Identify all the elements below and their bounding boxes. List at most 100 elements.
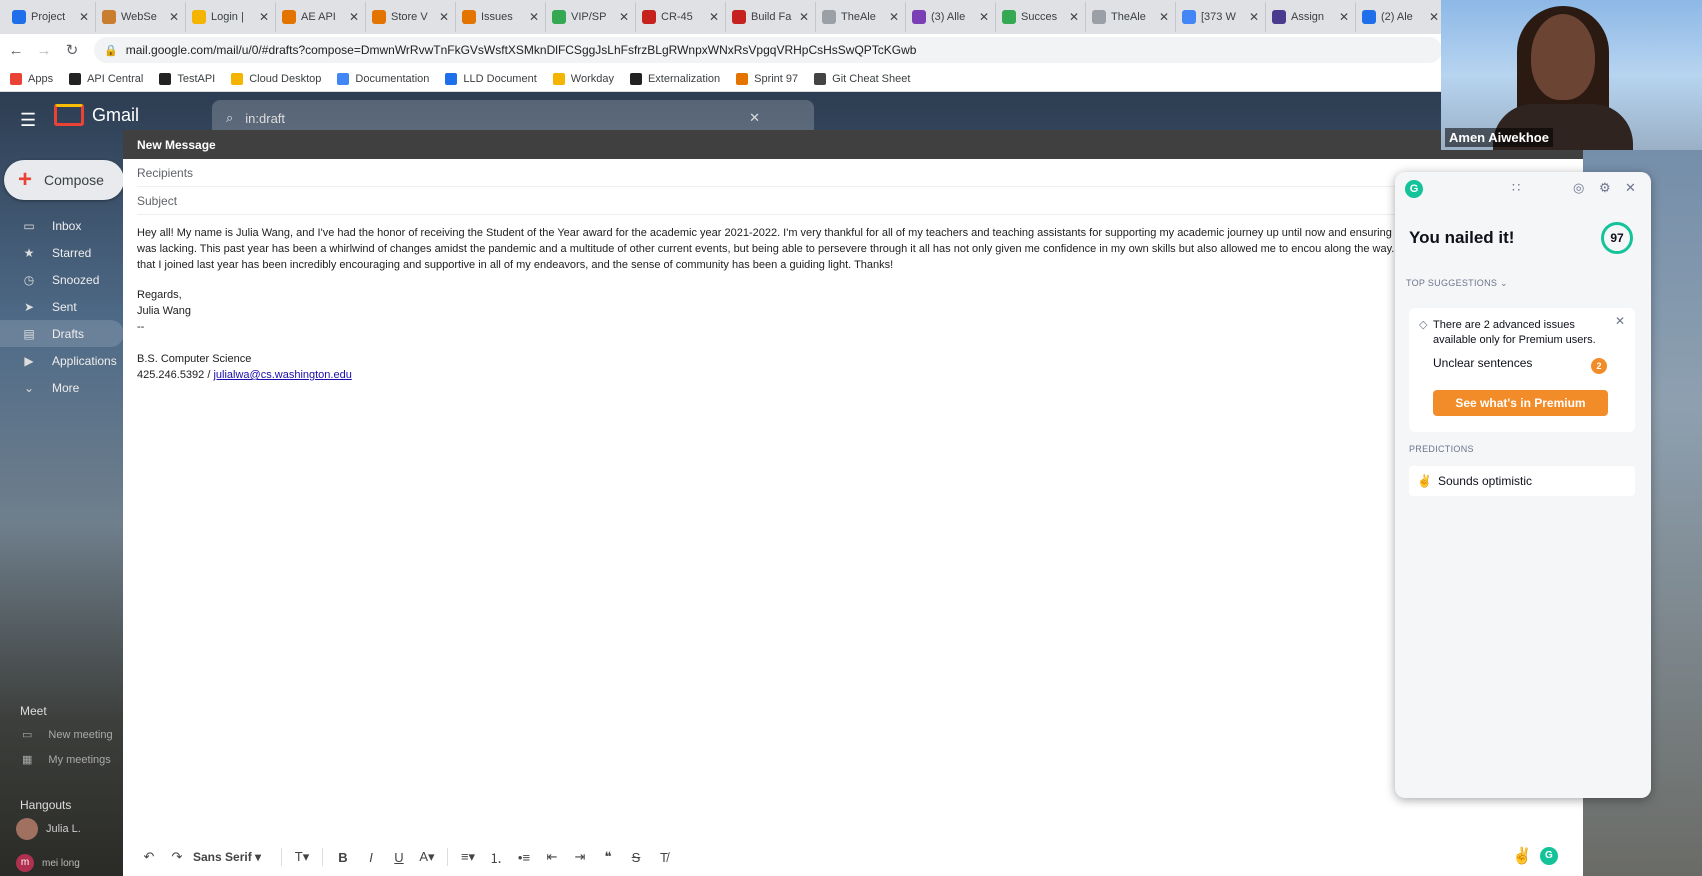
hangouts-user[interactable]: Julia L. xyxy=(16,818,81,840)
bookmark-item[interactable]: Apps xyxy=(10,72,53,85)
subject-field[interactable]: Subject xyxy=(137,187,1569,215)
hangouts-heading: Hangouts xyxy=(20,798,72,812)
bookmark-item[interactable]: Externalization xyxy=(629,72,720,85)
tab-close-icon[interactable]: ✕ xyxy=(349,10,359,24)
indent-more-icon[interactable]: ⇥ xyxy=(568,849,592,865)
sidebar-item-applications[interactable]: ▶ Applications xyxy=(0,347,124,374)
undo-icon[interactable]: ↶ xyxy=(137,849,161,865)
sidebar-item-more[interactable]: ⌄ More xyxy=(0,374,124,401)
menu-icon[interactable]: ☰ xyxy=(20,110,36,131)
browser-tab[interactable]: [373 W ✕ xyxy=(1176,2,1266,32)
address-url[interactable]: mail.google.com/mail/u/0/#drafts?compose… xyxy=(126,43,917,57)
prediction-item[interactable]: ✌ Sounds optimistic xyxy=(1409,466,1635,496)
sidebar-item-inbox[interactable]: ▭ Inbox xyxy=(0,212,124,239)
tab-close-icon[interactable]: ✕ xyxy=(619,10,629,24)
browser-tab[interactable]: VIP/SP ✕ xyxy=(546,2,636,32)
grammarly-score[interactable]: 97 xyxy=(1601,222,1633,254)
tab-close-icon[interactable]: ✕ xyxy=(1429,10,1439,24)
tab-close-icon[interactable]: ✕ xyxy=(169,10,179,24)
tab-close-icon[interactable]: ✕ xyxy=(79,10,89,24)
tab-close-icon[interactable]: ✕ xyxy=(259,10,269,24)
bold-icon[interactable]: B xyxy=(331,850,355,865)
underline-icon[interactable]: U xyxy=(387,850,411,865)
bookmark-item[interactable]: LLD Document xyxy=(445,72,537,85)
browser-tab[interactable]: (3) Alle ✕ xyxy=(906,2,996,32)
browser-tab[interactable]: Login | ✕ xyxy=(186,2,276,32)
tab-close-icon[interactable]: ✕ xyxy=(979,10,989,24)
goals-icon[interactable]: ◎ xyxy=(1573,180,1584,196)
premium-button[interactable]: See what's in Premium xyxy=(1433,390,1608,416)
dismiss-card-icon[interactable]: ✕ xyxy=(1615,314,1625,328)
numbered-list-icon[interactable]: ⒈ xyxy=(484,848,508,867)
sidebar-item-sent[interactable]: ➤ Sent xyxy=(0,293,124,320)
browser-tab[interactable]: Assign ✕ xyxy=(1266,2,1356,32)
bookmark-item[interactable]: TestAPI xyxy=(159,72,215,85)
browser-tab[interactable]: Build Fa ✕ xyxy=(726,2,816,32)
sidebar-item-snoozed[interactable]: ◷ Snoozed xyxy=(0,266,124,293)
drag-handle-icon[interactable]: ∷ xyxy=(1512,180,1520,196)
reload-icon[interactable]: ↻ xyxy=(60,41,84,59)
address-bar[interactable]: 🔒 mail.google.com/mail/u/0/#drafts?compo… xyxy=(94,37,1442,63)
gmail-logo[interactable]: Gmail xyxy=(54,104,139,126)
forward-icon[interactable]: → xyxy=(32,42,56,59)
signature: Regards, Julia Wang -- B.S. Computer Sci… xyxy=(137,287,1517,383)
tab-title: (2) Ale xyxy=(1381,11,1413,23)
recipients-field[interactable]: Recipients xyxy=(137,159,1569,187)
tab-close-icon[interactable]: ✕ xyxy=(529,10,539,24)
browser-tab[interactable]: Store V ✕ xyxy=(366,2,456,32)
sidebar-item-starred[interactable]: ★ Starred xyxy=(0,239,124,266)
tab-close-icon[interactable]: ✕ xyxy=(889,10,899,24)
font-select[interactable]: Sans Serif ▾ xyxy=(193,850,273,864)
italic-icon[interactable]: I xyxy=(359,850,383,865)
browser-tab[interactable]: CR-45 ✕ xyxy=(636,2,726,32)
gear-icon[interactable]: ⚙ xyxy=(1599,180,1611,196)
tab-close-icon[interactable]: ✕ xyxy=(1249,10,1259,24)
tab-close-icon[interactable]: ✕ xyxy=(439,10,449,24)
message-body[interactable]: Hey all! My name is Julia Wang, and I've… xyxy=(137,225,1517,383)
search-input[interactable]: in:draft xyxy=(245,111,285,126)
browser-tab[interactable]: WebSe ✕ xyxy=(96,2,186,32)
tab-close-icon[interactable]: ✕ xyxy=(1159,10,1169,24)
bookmark-item[interactable]: Git Cheat Sheet xyxy=(814,72,910,85)
browser-tab[interactable]: TheAle ✕ xyxy=(816,2,906,32)
browser-tab[interactable]: Issues ✕ xyxy=(456,2,546,32)
contact-item[interactable]: m mei long xyxy=(16,854,80,872)
browser-tab[interactable]: TheAle ✕ xyxy=(1086,2,1176,32)
victory-hand-icon[interactable]: ✌ xyxy=(1512,846,1532,866)
my-meetings-link[interactable]: ▦ My meetings xyxy=(22,753,111,767)
search-icon[interactable]: ⌕ xyxy=(226,110,233,126)
align-icon[interactable]: ≡▾ xyxy=(456,849,480,865)
tab-favicon-icon xyxy=(552,10,566,24)
back-icon[interactable]: ← xyxy=(4,42,28,59)
bookmark-item[interactable]: Documentation xyxy=(337,72,429,85)
bookmark-item[interactable]: Cloud Desktop xyxy=(231,72,321,85)
browser-tab[interactable]: (2) Ale ✕ xyxy=(1356,2,1446,32)
text-color-icon[interactable]: A▾ xyxy=(415,849,439,865)
bulleted-list-icon[interactable]: •≡ xyxy=(512,850,536,865)
tab-close-icon[interactable]: ✕ xyxy=(1069,10,1079,24)
tab-title: AE API xyxy=(301,11,336,23)
tab-close-icon[interactable]: ✕ xyxy=(709,10,719,24)
bookmark-item[interactable]: Sprint 97 xyxy=(736,72,798,85)
text-size-icon[interactable]: T▾ xyxy=(290,849,314,865)
bookmark-item[interactable]: Workday xyxy=(552,72,614,85)
strikethrough-icon[interactable]: S xyxy=(624,850,648,865)
top-suggestions-toggle[interactable]: TOP SUGGESTIONS ⌄ xyxy=(1406,278,1508,289)
bookmark-item[interactable]: API Central xyxy=(69,72,143,85)
compose-button[interactable]: + Compose xyxy=(4,160,124,200)
sidebar-item-drafts[interactable]: ▤ Drafts xyxy=(0,320,124,347)
tab-close-icon[interactable]: ✕ xyxy=(1339,10,1349,24)
browser-tab[interactable]: Succes ✕ xyxy=(996,2,1086,32)
new-meeting-link[interactable]: ▭ New meeting xyxy=(22,728,113,742)
redo-icon[interactable]: ↷ xyxy=(165,849,189,865)
browser-tab[interactable]: Project ✕ xyxy=(6,2,96,32)
grammarly-button-icon[interactable]: G xyxy=(1539,847,1558,865)
tab-close-icon[interactable]: ✕ xyxy=(799,10,809,24)
email-link[interactable]: julialwa@cs.washington.edu xyxy=(213,369,351,381)
browser-tab[interactable]: AE API ✕ xyxy=(276,2,366,32)
clear-formatting-icon[interactable]: T̸ xyxy=(652,850,676,865)
close-icon[interactable]: ✕ xyxy=(1625,180,1636,196)
quote-icon[interactable]: ❝ xyxy=(596,849,620,865)
indent-less-icon[interactable]: ⇤ xyxy=(540,849,564,865)
clear-search-icon[interactable]: ✕ xyxy=(749,110,760,126)
